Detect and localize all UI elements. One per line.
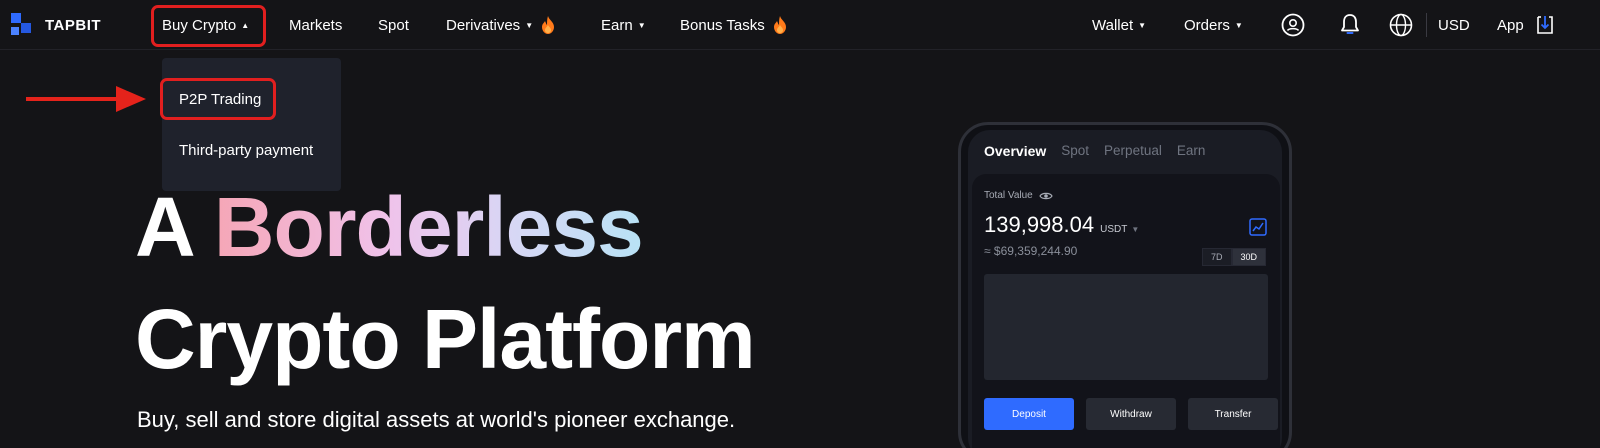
caret-down-icon: ▼ bbox=[1234, 20, 1243, 30]
brand-name: TAPBIT bbox=[45, 16, 102, 34]
currency-selector[interactable]: USD bbox=[1438, 0, 1470, 50]
tapbit-logo[interactable]: TAPBIT bbox=[11, 8, 101, 42]
transfer-button[interactable]: Transfer bbox=[1188, 398, 1278, 430]
withdraw-button[interactable]: Withdraw bbox=[1086, 398, 1176, 430]
chart-icon[interactable] bbox=[1249, 218, 1267, 236]
logo-mark-icon bbox=[11, 13, 35, 37]
red-arrow-head bbox=[116, 86, 146, 112]
nav-earn-label: Earn bbox=[601, 16, 633, 34]
nav-buy-crypto[interactable]: Buy Crypto ▲ bbox=[162, 0, 249, 50]
total-value-amount: 139,998.04 bbox=[984, 212, 1095, 237]
range-7d[interactable]: 7D bbox=[1202, 248, 1232, 266]
total-value-label-row: Total Value bbox=[984, 190, 1053, 201]
flame-icon bbox=[773, 16, 786, 34]
phone-actions: Deposit Withdraw Transfer bbox=[984, 398, 1278, 430]
account-button[interactable] bbox=[1280, 12, 1306, 38]
total-value-unit: USDT bbox=[1100, 224, 1128, 235]
menu-item-p2p-trading[interactable]: P2P Trading bbox=[179, 91, 261, 108]
nav-earn[interactable]: Earn ▼ bbox=[601, 0, 646, 50]
hero-subtitle: Buy, sell and store digital assets at wo… bbox=[137, 407, 736, 432]
caret-down-icon: ▼ bbox=[1138, 20, 1147, 30]
hero-title-gradient: Borderless bbox=[213, 180, 644, 274]
nav-bonus-tasks-label: Bonus Tasks bbox=[680, 16, 765, 34]
nav-app[interactable]: App bbox=[1497, 0, 1556, 50]
language-button[interactable] bbox=[1388, 12, 1414, 38]
total-value-row: 139,998.04 USDT ▼ bbox=[984, 212, 1139, 238]
caret-down-icon[interactable]: ▼ bbox=[1131, 225, 1139, 234]
nav-bonus-tasks[interactable]: Bonus Tasks bbox=[680, 0, 787, 50]
nav-wallet[interactable]: Wallet ▼ bbox=[1092, 0, 1146, 50]
nav-spot[interactable]: Spot bbox=[378, 0, 409, 50]
hero-title-line1: A Borderless bbox=[135, 185, 644, 269]
top-navbar: TAPBIT Buy Crypto ▲ Markets Spot Derivat… bbox=[0, 0, 1600, 50]
phone-tab-earn[interactable]: Earn bbox=[1177, 143, 1206, 159]
phone-tabs: Overview Spot Perpetual Earn bbox=[984, 143, 1205, 159]
nav-derivatives[interactable]: Derivatives ▼ bbox=[446, 0, 555, 50]
bell-icon bbox=[1341, 14, 1359, 34]
download-icon bbox=[1536, 16, 1553, 34]
nav-orders[interactable]: Orders ▼ bbox=[1184, 0, 1243, 50]
phone-tab-spot[interactable]: Spot bbox=[1061, 143, 1089, 159]
notifications-button[interactable] bbox=[1337, 12, 1363, 38]
balance-chart-area bbox=[984, 274, 1268, 380]
nav-orders-label: Orders bbox=[1184, 16, 1230, 34]
range-30d[interactable]: 30D bbox=[1231, 248, 1267, 266]
nav-divider bbox=[1426, 13, 1427, 37]
phone-tab-perpetual[interactable]: Perpetual bbox=[1104, 143, 1162, 159]
nav-derivatives-label: Derivatives bbox=[446, 16, 521, 34]
caret-up-icon: ▲ bbox=[241, 20, 250, 30]
total-value-label: Total Value bbox=[984, 190, 1033, 201]
hero-title-plain: A bbox=[135, 180, 214, 274]
red-arrow-shaft bbox=[26, 97, 126, 101]
user-avatar-icon bbox=[1281, 13, 1305, 37]
flame-icon bbox=[542, 16, 555, 34]
eye-icon[interactable] bbox=[1039, 191, 1053, 201]
nav-markets[interactable]: Markets bbox=[289, 0, 342, 50]
menu-item-third-party-payment[interactable]: Third-party payment bbox=[179, 142, 313, 159]
phone-tab-overview[interactable]: Overview bbox=[984, 143, 1046, 159]
hero-title-line2: Crypto Platform bbox=[135, 292, 756, 386]
fiat-value: ≈ $69,359,244.90 bbox=[984, 244, 1078, 258]
nav-buy-crypto-label: Buy Crypto bbox=[162, 16, 237, 34]
caret-down-icon: ▼ bbox=[637, 20, 646, 30]
range-toggle: 7D 30D bbox=[1202, 248, 1267, 266]
nav-app-label: App bbox=[1497, 16, 1524, 34]
buy-crypto-dropdown: P2P Trading Third-party payment bbox=[162, 58, 341, 191]
nav-wallet-label: Wallet bbox=[1092, 16, 1134, 34]
deposit-button[interactable]: Deposit bbox=[984, 398, 1074, 430]
phone-screen: Overview Spot Perpetual Earn Total Value… bbox=[968, 130, 1282, 448]
caret-down-icon: ▼ bbox=[525, 20, 534, 30]
globe-icon bbox=[1389, 13, 1413, 37]
phone-overview-card: Total Value 139,998.04 USDT ▼ ≈ $69,359,24… bbox=[972, 174, 1280, 448]
